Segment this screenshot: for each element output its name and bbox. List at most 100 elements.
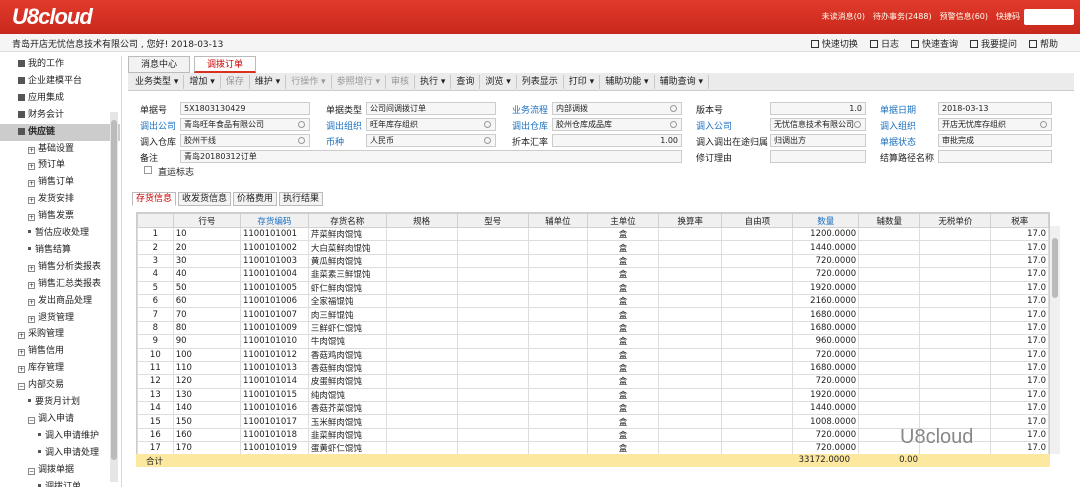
table-cell[interactable]: 1100101016 — [239, 401, 309, 416]
table-cell[interactable]: 芹菜鲜肉馄饨 — [307, 226, 387, 242]
table-cell[interactable] — [858, 387, 921, 403]
table-cell[interactable]: 1680.0000 — [792, 360, 860, 376]
toolbar-button[interactable]: 执行 ▾ — [415, 74, 452, 89]
sidebar-item[interactable]: 我的工作 — [0, 56, 120, 73]
sidebar-item[interactable]: 销售结算 — [0, 242, 120, 259]
table-cell[interactable] — [919, 401, 992, 416]
table-cell[interactable]: 720.0000 — [792, 253, 860, 269]
table-cell[interactable]: 黄瓜鲜肉馄饨 — [307, 253, 387, 269]
sidebar-item[interactable]: 要货月计划 — [0, 394, 120, 411]
table-cell[interactable] — [527, 293, 589, 309]
table-cell[interactable]: 1 — [137, 226, 174, 242]
table-cell[interactable] — [658, 401, 723, 416]
field-input[interactable] — [770, 150, 866, 163]
table-cell[interactable]: 720.0000 — [792, 267, 860, 282]
table-cell[interactable] — [721, 307, 794, 322]
table-row[interactable]: 2 20 1100101002 大白菜鲜肉馄饨 盒 1440.0000 17.0 — [137, 240, 1049, 255]
table-cell[interactable] — [721, 414, 794, 429]
sidebar-item[interactable]: 企业建模平台 — [0, 73, 120, 90]
table-cell[interactable]: 盒 — [586, 360, 660, 376]
expand-icon[interactable]: + — [18, 332, 25, 340]
table-cell[interactable] — [527, 401, 589, 416]
table-cell[interactable] — [858, 226, 921, 242]
table-cell[interactable]: 虾仁鲜肉馄饨 — [307, 280, 387, 295]
table-cell[interactable]: 1008.0000 — [792, 414, 860, 429]
sidebar-item[interactable]: 财务会计 — [0, 107, 120, 124]
sidebar-item[interactable]: 调拨订单 — [0, 479, 120, 487]
table-cell[interactable]: 60 — [172, 293, 241, 309]
table-cell[interactable] — [858, 334, 921, 349]
table-cell[interactable] — [456, 347, 529, 362]
table-row[interactable]: 3 30 1100101003 黄瓜鲜肉馄饨 盒 720.0000 17.0 — [137, 253, 1049, 269]
table-cell[interactable]: 4 — [137, 267, 174, 282]
col-header[interactable]: 型号 — [456, 213, 529, 228]
table-cell[interactable] — [527, 320, 589, 336]
table-cell[interactable]: 盒 — [586, 427, 660, 443]
sidebar-item[interactable]: + 销售发票 — [0, 208, 120, 225]
table-cell[interactable] — [527, 347, 589, 362]
direct-ship-checkbox[interactable] — [144, 166, 152, 174]
table-cell[interactable]: 6 — [137, 293, 174, 309]
search-icon[interactable] — [1040, 121, 1047, 128]
table-cell[interactable] — [919, 360, 992, 376]
table-cell[interactable] — [658, 267, 723, 282]
table-cell[interactable] — [721, 240, 794, 255]
table-cell[interactable]: 1100101013 — [239, 360, 309, 376]
table-cell[interactable]: 牛肉馄饨 — [307, 334, 387, 349]
top-link[interactable]: 待办事务(2488) — [873, 11, 932, 22]
table-cell[interactable] — [527, 253, 589, 269]
table-cell[interactable]: 17.0 — [990, 374, 1049, 389]
table-cell[interactable]: 17.0 — [990, 387, 1049, 403]
table-cell[interactable] — [721, 401, 794, 416]
table-cell[interactable]: 盒 — [586, 401, 660, 416]
table-cell[interactable] — [658, 280, 723, 295]
table-row[interactable]: 6 60 1100101006 全家福馄饨 盒 2160.0000 17.0 — [137, 293, 1049, 309]
field-input[interactable]: 旺年库存组织 — [366, 118, 496, 131]
table-cell[interactable]: 150 — [172, 414, 241, 429]
col-header[interactable]: 自由项 — [721, 213, 794, 228]
table-cell[interactable] — [456, 401, 529, 416]
tab[interactable]: 消息中心 — [128, 56, 191, 73]
table-cell[interactable]: 17.0 — [990, 267, 1049, 282]
table-cell[interactable]: 1440.0000 — [792, 401, 860, 416]
table-row[interactable]: 14 140 1100101016 香菇芥菜馄饨 盒 1440.0000 17.0 — [137, 401, 1049, 416]
sidebar-item[interactable]: 供应链 — [0, 123, 120, 141]
field-input[interactable]: 胶州仓库成品库 — [552, 118, 682, 131]
table-row[interactable]: 1 10 1100101001 芹菜鲜肉馄饨 盒 1200.0000 17.0 — [137, 226, 1049, 242]
expand-icon[interactable]: + — [28, 180, 35, 188]
table-row[interactable]: 12 120 1100101014 皮蛋鲜肉馄饨 盒 720.0000 17.0 — [137, 374, 1049, 389]
table-cell[interactable] — [919, 293, 992, 309]
toolbar-button[interactable]: 辅助查询 ▾ — [655, 74, 709, 89]
table-cell[interactable]: 1100101018 — [239, 427, 309, 443]
table-cell[interactable]: 韭菜素三鲜馄饨 — [307, 267, 387, 282]
table-cell[interactable] — [456, 226, 529, 242]
table-cell[interactable] — [456, 360, 529, 376]
expand-icon[interactable]: + — [18, 349, 25, 357]
table-cell[interactable] — [721, 267, 794, 282]
quick-link[interactable]: 我要提问 — [969, 37, 1017, 50]
sidebar-item[interactable]: + 预订单 — [0, 157, 120, 174]
detail-tab[interactable]: 执行结果 — [279, 192, 324, 206]
toolbar-button[interactable]: 列表显示 — [517, 74, 564, 89]
collapse-icon[interactable]: − — [18, 383, 25, 391]
sidebar-item[interactable]: − 调入申请 — [0, 411, 120, 428]
table-row[interactable]: 4 40 1100101004 韭菜素三鲜馄饨 盒 720.0000 17.0 — [137, 267, 1049, 282]
table-cell[interactable]: 盒 — [586, 320, 660, 336]
sidebar-item[interactable]: + 发出商品处理 — [0, 293, 120, 310]
table-cell[interactable]: 盒 — [586, 307, 660, 322]
table-cell[interactable] — [658, 427, 723, 443]
table-cell[interactable] — [721, 387, 794, 403]
table-cell[interactable]: 720.0000 — [792, 427, 860, 443]
table-cell[interactable]: 盒 — [586, 240, 660, 255]
table-cell[interactable]: 盒 — [586, 253, 660, 269]
col-header[interactable]: 存货名称 — [307, 213, 387, 228]
table-cell[interactable] — [919, 226, 992, 242]
table-cell[interactable] — [456, 427, 529, 443]
col-header[interactable]: 规格 — [385, 213, 458, 228]
field-input[interactable]: 公司间调拨订单 — [366, 102, 496, 115]
table-cell[interactable] — [919, 267, 992, 282]
table-cell[interactable] — [721, 253, 794, 269]
table-row[interactable]: 13 130 1100101015 纯肉馄饨 盒 1920.0000 17.0 — [137, 387, 1049, 403]
table-cell[interactable] — [658, 360, 723, 376]
table-cell[interactable]: 3 — [137, 253, 174, 269]
